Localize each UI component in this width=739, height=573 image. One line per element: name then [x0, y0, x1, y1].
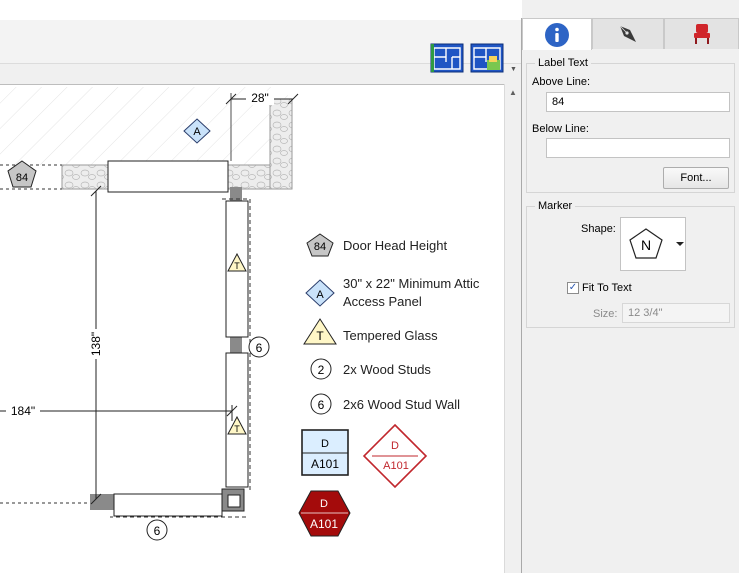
- window-top[interactable]: [107, 160, 229, 193]
- scroll-up-arrow-icon[interactable]: ▲: [509, 88, 517, 97]
- svg-text:6: 6: [318, 398, 325, 412]
- svg-text:T: T: [234, 261, 240, 271]
- pen-icon: [619, 25, 636, 42]
- chair-icon: [693, 24, 710, 44]
- below-line-label: Below Line:: [532, 123, 589, 135]
- svg-text:2x Wood Studs: 2x Wood Studs: [343, 362, 431, 377]
- floor-plan-view-icon[interactable]: [470, 42, 504, 74]
- floor-plan-icon[interactable]: [430, 42, 464, 74]
- tab-info[interactable]: [522, 18, 592, 50]
- svg-text:T: T: [234, 424, 240, 434]
- legend-row-wood-studs: 2 2x Wood Studs: [310, 358, 431, 380]
- tab-pen[interactable]: [592, 18, 664, 49]
- svg-text:84: 84: [16, 172, 28, 184]
- info-icon: [545, 22, 569, 47]
- svg-text:A101: A101: [383, 460, 409, 472]
- label-text-group: Label Text Above Line: 84 Below Line: Fo…: [526, 57, 735, 193]
- size-input[interactable]: 12 3/4": [622, 303, 730, 323]
- callout-diamond-red[interactable]: D A101: [362, 423, 428, 489]
- marker-group-title: Marker: [535, 200, 576, 212]
- svg-text:6: 6: [256, 341, 263, 355]
- legend-row-tempered-glass: T Tempered Glass: [303, 318, 438, 345]
- vertical-scrollbar[interactable]: ▲: [504, 84, 521, 573]
- legend-row-door-head-height: 84 Door Head Height: [306, 233, 447, 257]
- shape-dropdown-arrow-icon: [676, 242, 684, 246]
- svg-text:A: A: [316, 289, 324, 301]
- callout-box-blue[interactable]: D A101: [301, 429, 349, 476]
- svg-text:A101: A101: [311, 457, 339, 471]
- toolbar-dropdown-arrow-icon[interactable]: ▼: [510, 66, 517, 73]
- svg-text:30" x 22" Minimum Attic: 30" x 22" Minimum Attic: [343, 276, 480, 291]
- shape-select[interactable]: N: [620, 217, 686, 271]
- window-bottom[interactable]: [113, 493, 223, 517]
- svg-text:6: 6: [154, 524, 161, 538]
- svg-text:Tempered Glass: Tempered Glass: [343, 328, 438, 343]
- svg-text:2x6 Wood Stud Wall: 2x6 Wood Stud Wall: [343, 397, 460, 412]
- wall-corner-post: [227, 494, 241, 508]
- svg-text:T: T: [316, 329, 324, 343]
- tab-chair[interactable]: [664, 18, 739, 49]
- marker-wall-6-bottom[interactable]: 6: [146, 519, 168, 541]
- svg-text:2: 2: [318, 363, 325, 377]
- dimension-top-text: 28": [251, 91, 269, 105]
- drawing-canvas[interactable]: 28" 138" 184" 84 A T T 6 6 84 Door Head …: [0, 84, 504, 573]
- above-line-input[interactable]: 84: [546, 92, 730, 112]
- legend-row-wood-stud-wall: 6 2x6 Wood Stud Wall: [310, 393, 460, 415]
- svg-text:D: D: [391, 440, 399, 452]
- size-label: Size:: [593, 308, 618, 320]
- svg-text:84: 84: [314, 241, 326, 253]
- properties-panel: Label Text Above Line: 84 Below Line: Fo…: [522, 18, 739, 573]
- svg-text:Access Panel: Access Panel: [343, 294, 422, 309]
- shape-label: Shape:: [581, 223, 616, 235]
- svg-text:A101: A101: [310, 517, 338, 531]
- dimension-horizontal-text: 184": [11, 404, 35, 418]
- svg-text:D: D: [320, 498, 328, 510]
- svg-text:D: D: [321, 438, 329, 450]
- fit-to-text-label: Fit To Text: [582, 282, 632, 294]
- below-line-input[interactable]: [546, 138, 730, 158]
- shape-preview-letter: N: [641, 237, 651, 253]
- legend-row-attic-access: A 30" x 22" Minimum Attic Access Panel: [305, 276, 480, 309]
- svg-text:A: A: [193, 126, 201, 138]
- font-button[interactable]: Font...: [663, 167, 729, 189]
- stone-wall-vertical: [269, 98, 293, 190]
- marker-group: Marker Shape: N ✓ Fit To Text Size: 12 3…: [526, 200, 735, 328]
- dimension-vertical-text: 138": [89, 332, 103, 356]
- marker-wall-6-right[interactable]: 6: [248, 336, 270, 358]
- toolbar: ▼: [0, 20, 522, 73]
- svg-text:Door Head Height: Door Head Height: [343, 238, 447, 253]
- callout-hexagon-red[interactable]: D A101: [298, 490, 351, 537]
- above-line-label: Above Line:: [532, 76, 591, 88]
- title-strip: [0, 0, 522, 20]
- label-text-group-title: Label Text: [535, 57, 591, 69]
- fit-to-text-checkbox[interactable]: ✓: [567, 282, 579, 294]
- wall-stud-segment: [230, 337, 242, 353]
